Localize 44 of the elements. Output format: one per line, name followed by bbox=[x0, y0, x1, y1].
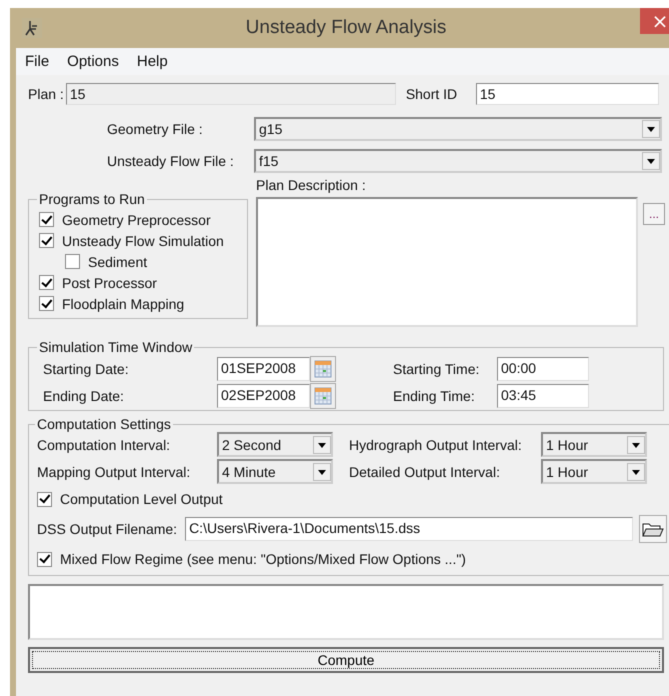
unsteady-flow-file-dropdown[interactable]: f15 bbox=[254, 149, 662, 173]
checkbox-label: Sediment bbox=[88, 254, 148, 270]
plan-description-label: Plan Description : bbox=[256, 177, 367, 195]
window-title: Unsteady Flow Analysis bbox=[244, 17, 448, 39]
geometry-file-dropdown[interactable]: g15 bbox=[254, 117, 662, 141]
date-field[interactable]: 01SEP2008 bbox=[217, 356, 310, 380]
time-label: Ending Time: bbox=[393, 388, 476, 404]
interval-dropdown[interactable]: 4 Minute bbox=[217, 459, 333, 484]
checkbox-label: Unsteady Flow Simulation bbox=[62, 232, 224, 248]
date-label: Starting Date: bbox=[42, 360, 130, 376]
compute-button[interactable]: Compute bbox=[28, 647, 664, 673]
plan-label: Plan : bbox=[28, 86, 64, 102]
time-label: Starting Time: bbox=[393, 360, 480, 376]
more-button[interactable]: ... bbox=[643, 203, 665, 225]
short-id-label: Short ID bbox=[406, 86, 458, 102]
checkbox-label: Mixed Flow Regime (see menu: "Options/Mixed Flow Options ...") bbox=[60, 551, 466, 567]
time-field[interactable]: 00:00 bbox=[497, 356, 589, 380]
short-id-field[interactable]: 15 bbox=[476, 83, 659, 105]
interval-dropdown[interactable]: 2 Second bbox=[217, 432, 333, 457]
group-title: Computation Settings bbox=[36, 416, 172, 432]
interval-label: Hydrograph Output Interval: bbox=[348, 436, 523, 452]
group-title: Simulation Time Window bbox=[38, 339, 194, 355]
interval-dropdown[interactable]: 1 Hour bbox=[541, 459, 647, 484]
checkbox-label: Post Processor bbox=[62, 274, 157, 290]
menu-item[interactable]: File bbox=[16, 53, 58, 70]
group-title: Programs to Run bbox=[38, 191, 146, 207]
checkbox-label: Computation Level Output bbox=[60, 491, 223, 507]
checkbox-label: Floodplain Mapping bbox=[62, 296, 184, 312]
interval-label: Mapping Output Interval: bbox=[37, 464, 192, 480]
menu-item[interactable]: Help bbox=[128, 53, 177, 70]
date-label: Ending Date: bbox=[42, 388, 125, 404]
geometry-file-label: Geometry File : bbox=[106, 121, 204, 137]
interval-label: Detailed Output Interval: bbox=[348, 464, 501, 480]
close-button[interactable]: × bbox=[640, 8, 669, 34]
checkbox-label: Geometry Preprocessor bbox=[62, 212, 211, 228]
time-field[interactable]: 03:45 bbox=[497, 384, 589, 408]
interval-label: Computation Interval: bbox=[37, 436, 172, 452]
unsteady-flow-file-label: Unsteady Flow File : bbox=[106, 153, 235, 169]
dss-output-label: DSS Output Filename: bbox=[37, 521, 178, 537]
dss-output-field[interactable]: C:\Users\Rivera-1\Documents\15.dss bbox=[185, 517, 634, 541]
date-field[interactable]: 02SEP2008 bbox=[217, 384, 310, 408]
plan-field[interactable]: 15 bbox=[66, 83, 396, 105]
interval-dropdown[interactable]: 1 Hour bbox=[541, 432, 647, 457]
menu-item[interactable]: Options bbox=[58, 53, 128, 70]
